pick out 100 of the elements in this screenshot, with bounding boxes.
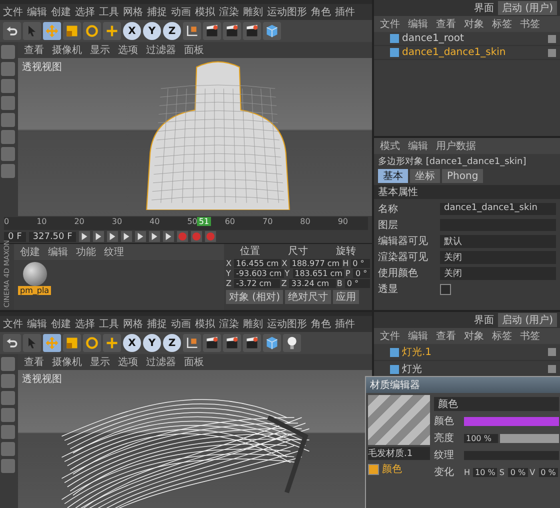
- rotation-field[interactable]: 0 °: [350, 259, 370, 268]
- record-key-icon[interactable]: [191, 231, 202, 242]
- scale-icon[interactable]: [63, 334, 81, 352]
- viewport-menu-item[interactable]: 选项: [118, 43, 138, 57]
- playback-icon[interactable]: [135, 231, 146, 242]
- menu-item[interactable]: 运动图形: [267, 5, 307, 19]
- brightness-field[interactable]: 100 %: [464, 434, 498, 442]
- menu-item[interactable]: 捕捉: [147, 317, 167, 331]
- menu-item[interactable]: 渲染: [219, 317, 239, 331]
- menu-item[interactable]: 渲染: [219, 5, 239, 19]
- object-menu-item[interactable]: 文件: [380, 17, 400, 31]
- axis-lock-button[interactable]: Z: [163, 334, 181, 352]
- color-swatch[interactable]: [464, 416, 559, 426]
- object-menu-item[interactable]: 标签: [492, 17, 512, 31]
- dropdown[interactable]: 默认: [440, 234, 556, 248]
- menu-item[interactable]: 编辑: [27, 5, 47, 19]
- material-menu-item[interactable]: 纹理: [104, 245, 124, 259]
- menu-item[interactable]: 工具: [99, 317, 119, 331]
- material-name[interactable]: pm_pla: [18, 286, 52, 295]
- menu-item[interactable]: 工具: [99, 5, 119, 19]
- undo-icon[interactable]: [3, 334, 21, 352]
- viewport-menu-item[interactable]: 摄像机: [52, 355, 82, 369]
- menu-item[interactable]: 选择: [75, 317, 95, 331]
- menu-item[interactable]: 选择: [75, 5, 95, 19]
- menu-item[interactable]: 模拟: [195, 317, 215, 331]
- viewport-menu-item[interactable]: 过滤器: [146, 43, 176, 57]
- menu-item[interactable]: 捕捉: [147, 5, 167, 19]
- viewport-menu-item[interactable]: 面板: [184, 43, 204, 57]
- material-menu-item[interactable]: 编辑: [48, 245, 68, 259]
- attribute-menu-item[interactable]: 编辑: [408, 139, 428, 153]
- menu-item[interactable]: 运动图形: [267, 317, 307, 331]
- attribute-tab[interactable]: 基本: [378, 169, 408, 183]
- menu-item[interactable]: 角色: [311, 5, 331, 19]
- menu-item[interactable]: 创建: [51, 5, 71, 19]
- object-name[interactable]: 灯光.1: [402, 345, 545, 359]
- plus-icon[interactable]: [103, 334, 121, 352]
- menu-item[interactable]: 动画: [171, 5, 191, 19]
- cube-icon[interactable]: [263, 22, 281, 40]
- menu-item[interactable]: 创建: [51, 317, 71, 331]
- menu-item[interactable]: 文件: [3, 5, 23, 19]
- menu-item[interactable]: 角色: [311, 317, 331, 331]
- viewport-menu-item[interactable]: 查看: [24, 355, 44, 369]
- object-menu-item[interactable]: 书签: [520, 329, 540, 343]
- material-menu-item[interactable]: 功能: [76, 245, 96, 259]
- menu-item[interactable]: 雕刻: [243, 317, 263, 331]
- viewport-menu-item[interactable]: 显示: [90, 43, 110, 57]
- axis-lock-button[interactable]: Y: [143, 22, 161, 40]
- rotation-field[interactable]: 0 °: [353, 269, 370, 278]
- hsv-field[interactable]: 0 %: [538, 468, 558, 476]
- axis-lock-button[interactable]: Y: [143, 334, 161, 352]
- object-menu-item[interactable]: 对象: [464, 17, 484, 31]
- playback-icon[interactable]: [107, 231, 118, 242]
- cube-icon[interactable]: [263, 334, 281, 352]
- checkbox[interactable]: [440, 284, 451, 294]
- rotate-icon[interactable]: [83, 22, 101, 40]
- menu-item[interactable]: 文件: [3, 317, 23, 331]
- channel-item[interactable]: 颜色: [382, 462, 402, 476]
- scale-icon[interactable]: [63, 22, 81, 40]
- menu-item[interactable]: 模拟: [195, 5, 215, 19]
- size-field[interactable]: 183.651 cm: [292, 269, 344, 278]
- object-menu-item[interactable]: 编辑: [408, 17, 428, 31]
- position-field[interactable]: -93.603 cm: [234, 269, 284, 278]
- menu-item[interactable]: 雕刻: [243, 5, 263, 19]
- material-ball-icon[interactable]: [22, 262, 47, 286]
- menu-item[interactable]: 插件: [335, 5, 355, 19]
- dropdown[interactable]: 关闭: [440, 266, 556, 280]
- object-name[interactable]: dance1_dance1_skin: [402, 47, 545, 58]
- viewport-menu-item[interactable]: 摄像机: [52, 43, 82, 57]
- coordinate-button[interactable]: 应用: [332, 290, 359, 304]
- dropdown[interactable]: 关闭: [440, 250, 556, 264]
- position-field[interactable]: 16.455 cm: [234, 259, 281, 268]
- object-menu-item[interactable]: 查看: [436, 329, 456, 343]
- layout-dropdown[interactable]: 启动 (用户): [498, 1, 557, 15]
- material-name-field[interactable]: 毛发材质.1: [368, 447, 430, 460]
- object-name[interactable]: dance1_root: [402, 33, 545, 44]
- light-bulb-icon[interactable]: [283, 334, 301, 352]
- playhead-frame[interactable]: 51: [196, 217, 212, 226]
- attribute-menu-item[interactable]: 模式: [380, 139, 400, 153]
- playback-icon[interactable]: [79, 231, 90, 242]
- coordinate-button[interactable]: 绝对尺寸: [284, 290, 331, 304]
- viewport-menu-item[interactable]: 过滤器: [146, 355, 176, 369]
- playback-icon[interactable]: [149, 231, 160, 242]
- texture-field[interactable]: [464, 450, 559, 460]
- end-frame-field[interactable]: 327.50 F: [28, 232, 76, 242]
- viewport-menu-item[interactable]: 查看: [24, 43, 44, 57]
- axis-lock-button[interactable]: X: [123, 334, 141, 352]
- hsv-field[interactable]: 10 %: [473, 468, 498, 476]
- attribute-tab[interactable]: Phong: [442, 169, 484, 183]
- record-key-icon[interactable]: [205, 231, 216, 242]
- playback-icon[interactable]: [93, 231, 104, 242]
- material-menu-item[interactable]: 创建: [20, 245, 40, 259]
- rotation-field[interactable]: 0 °: [344, 279, 370, 288]
- clapperboard-icon[interactable]: [203, 22, 221, 40]
- checkbox[interactable]: [368, 464, 379, 474]
- clapperboard-icon[interactable]: [243, 334, 261, 352]
- viewport-menu-item[interactable]: 选项: [118, 355, 138, 369]
- object-menu-item[interactable]: 标签: [492, 329, 512, 343]
- menu-item[interactable]: 动画: [171, 317, 191, 331]
- menu-item[interactable]: 网格: [123, 317, 143, 331]
- rotate-icon[interactable]: [83, 334, 101, 352]
